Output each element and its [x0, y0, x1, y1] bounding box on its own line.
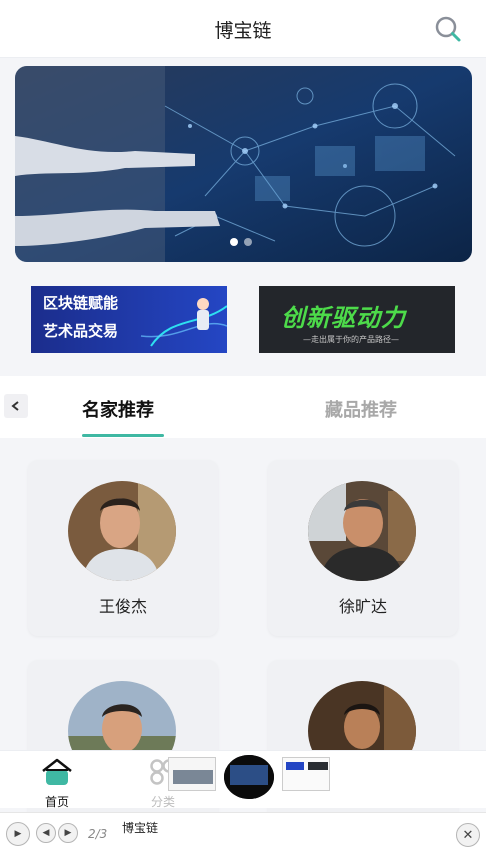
promo-innovation[interactable]: 创新驱动力 —走出属于你的产品路径— [259, 286, 455, 353]
avatar [68, 481, 176, 581]
thumbnail[interactable] [168, 757, 216, 791]
artist-card[interactable] [268, 660, 458, 836]
artist-name: 徐旷达 [338, 597, 387, 616]
banner-image [15, 66, 472, 262]
active-tab-indicator [82, 434, 164, 437]
avatar [308, 481, 416, 581]
preview-thumbnails [168, 755, 330, 799]
thumbnail[interactable] [282, 757, 330, 791]
page-title: 博宝链 [214, 20, 272, 42]
promo-line1: 区块链赋能 [43, 294, 119, 312]
artist-card[interactable]: 王俊杰 [28, 460, 218, 636]
carousel-dot-active[interactable] [230, 238, 238, 246]
banner-carousel[interactable] [15, 66, 472, 262]
artist-name: 王俊杰 [98, 597, 147, 616]
promo-line1: 创新驱动力 [281, 304, 406, 332]
search-icon[interactable] [434, 15, 462, 43]
viewer-title: 博宝链 [122, 821, 159, 835]
back-button[interactable] [4, 394, 28, 418]
carousel-dot[interactable] [244, 238, 252, 246]
app-header: 博宝链 [0, 0, 486, 58]
page-counter: 2/3 [88, 827, 108, 841]
close-icon[interactable]: ✕ [456, 823, 480, 847]
tab-home[interactable]: 首页 [27, 757, 87, 810]
carousel-dots [230, 238, 252, 246]
promo-line2: 艺术品交易 [43, 322, 119, 340]
viewer-control-bar: ▶ ◀ ▶ 2/3 博宝链 ✕ [0, 812, 486, 850]
promo-line2: —走出属于你的产品路径— [303, 335, 399, 344]
previous-button[interactable]: ◀ [36, 823, 56, 843]
next-button[interactable]: ▶ [58, 823, 78, 843]
play-button[interactable]: ▶ [6, 822, 30, 846]
tab-famous-artists[interactable]: 名家推荐 [82, 396, 154, 422]
chevron-left-icon [11, 401, 19, 411]
tab-collections[interactable]: 藏品推荐 [325, 396, 397, 422]
recommend-tabs: 名家推荐 藏品推荐 [0, 376, 486, 438]
promo-blockchain-art[interactable]: 区块链赋能 艺术品交易 [31, 286, 227, 353]
tab-home-label: 首页 [44, 795, 69, 809]
home-icon [42, 758, 72, 785]
artist-card[interactable]: 徐旷达 [268, 460, 458, 636]
thumbnail[interactable] [224, 755, 274, 799]
